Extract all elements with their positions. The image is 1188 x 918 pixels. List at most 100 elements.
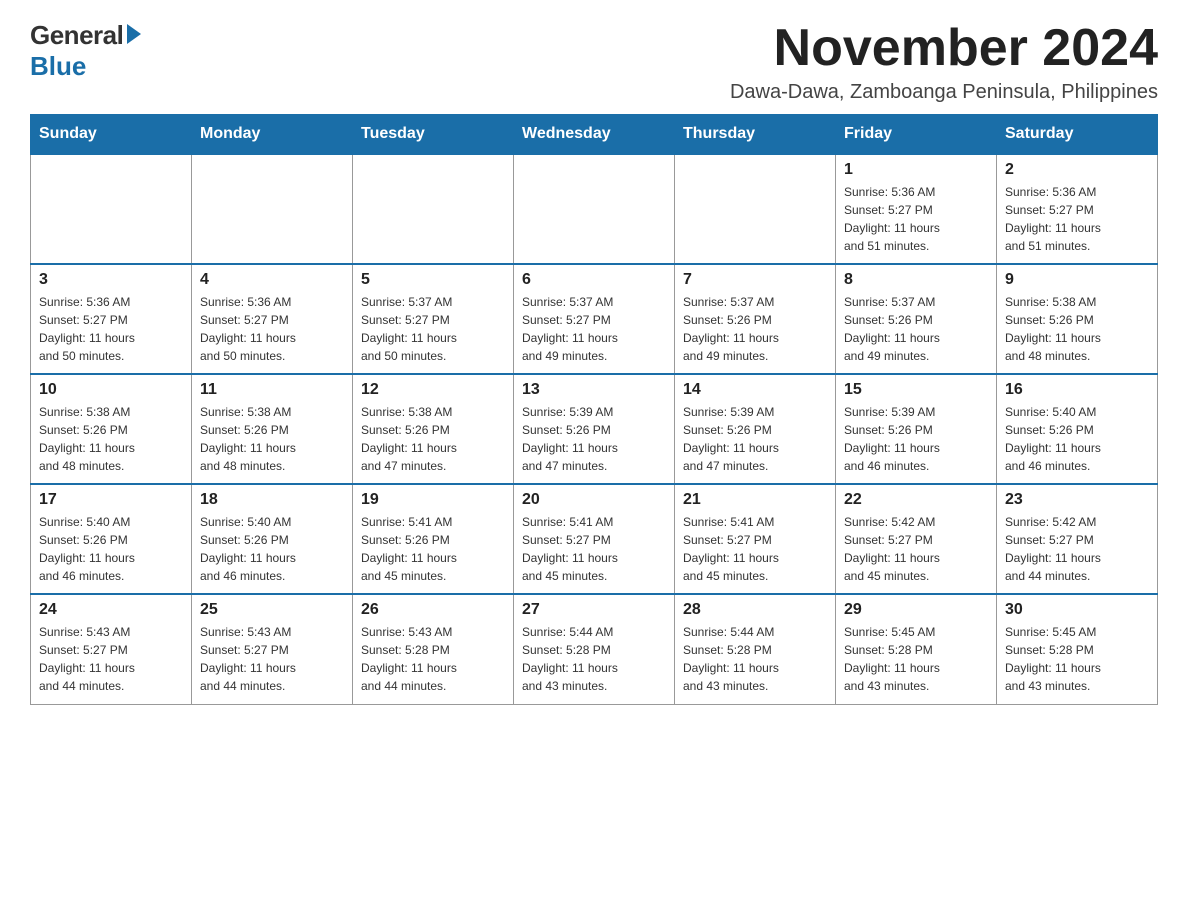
calendar-cell: 23Sunrise: 5:42 AM Sunset: 5:27 PM Dayli…: [997, 484, 1158, 594]
day-number: 16: [1005, 381, 1149, 399]
day-info: Sunrise: 5:37 AM Sunset: 5:27 PM Dayligh…: [361, 293, 505, 365]
day-number: 29: [844, 601, 988, 619]
calendar-cell: 20 Sunrise: 5:41 AM Sunset: 5:27 PM Dayli…: [514, 484, 675, 594]
day-number: 4: [200, 271, 344, 289]
calendar-cell: 7 Sunrise: 5:37 AM Sunset: 5:26 PM Daylig…: [675, 264, 836, 374]
day-info: Sunrise: 5:43 AM Sunset: 5:28 PM Dayligh…: [361, 623, 505, 695]
day-number: 17: [39, 491, 183, 509]
calendar-cell: 24 Sunrise: 5:43 AM Sunset: 5:27 PM Dayli…: [31, 594, 192, 704]
day-number: 25: [200, 601, 344, 619]
calendar-table: SundayMondayTuesdayWednesdayThursdayFrid…: [30, 114, 1158, 705]
day-number: 22: [844, 491, 988, 509]
calendar-cell: [514, 154, 675, 264]
calendar-cell: 6 Sunrise: 5:37 AM Sunset: 5:27 PM Daylig…: [514, 264, 675, 374]
day-info: Sunrise: 5:36 AM Sunset: 5:27 PM Dayligh…: [200, 293, 344, 365]
day-info: Sunrise: 5:37 AM Sunset: 5:26 PM Dayligh…: [683, 293, 827, 365]
day-number: 14: [683, 381, 827, 399]
calendar-cell: 11 Sunrise: 5:38 AM Sunset: 5:26 PM Dayli…: [192, 374, 353, 484]
day-info: Sunrise: 5:38 AM Sunset: 5:26 PM Dayligh…: [200, 403, 344, 475]
day-info: Sunrise: 5:45 AM Sunset: 5:28 PM Dayligh…: [844, 623, 988, 695]
day-number: 19: [361, 491, 505, 509]
calendar-cell: 19 Sunrise: 5:41 AM Sunset: 5:26 PM Dayli…: [353, 484, 514, 594]
calendar-cell: 5 Sunrise: 5:37 AM Sunset: 5:27 PM Daylig…: [353, 264, 514, 374]
weekday-header-saturday: Saturday: [997, 115, 1158, 155]
day-info: Sunrise: 5:36 AM Sunset: 5:27 PM Dayligh…: [39, 293, 183, 365]
calendar-cell: 8 Sunrise: 5:37 AM Sunset: 5:26 PM Daylig…: [836, 264, 997, 374]
logo-triangle-icon: [127, 24, 141, 44]
day-info: Sunrise: 5:39 AM Sunset: 5:26 PM Dayligh…: [522, 403, 666, 475]
day-info: Sunrise: 5:37 AM Sunset: 5:27 PM Dayligh…: [522, 293, 666, 365]
calendar-cell: 4 Sunrise: 5:36 AM Sunset: 5:27 PM Daylig…: [192, 264, 353, 374]
day-info: Sunrise: 5:38 AM Sunset: 5:26 PM Dayligh…: [39, 403, 183, 475]
day-number: 18: [200, 491, 344, 509]
day-info: Sunrise: 5:43 AM Sunset: 5:27 PM Dayligh…: [200, 623, 344, 695]
weekday-header-wednesday: Wednesday: [514, 115, 675, 155]
day-number: 5: [361, 271, 505, 289]
title-area: November 2024 Dawa-Dawa, Zamboanga Penin…: [730, 20, 1158, 104]
day-number: 26: [361, 601, 505, 619]
calendar-cell: [353, 154, 514, 264]
calendar-cell: 27 Sunrise: 5:44 AM Sunset: 5:28 PM Dayli…: [514, 594, 675, 704]
logo: General Blue: [30, 20, 141, 82]
day-number: 11: [200, 381, 344, 399]
calendar-cell: 1 Sunrise: 5:36 AM Sunset: 5:27 PM Daylig…: [836, 154, 997, 264]
day-number: 21: [683, 491, 827, 509]
calendar-cell: 14Sunrise: 5:39 AM Sunset: 5:26 PM Dayli…: [675, 374, 836, 484]
day-info: Sunrise: 5:41 AM Sunset: 5:27 PM Dayligh…: [683, 513, 827, 585]
weekday-header-tuesday: Tuesday: [353, 115, 514, 155]
calendar-cell: 3 Sunrise: 5:36 AM Sunset: 5:27 PM Daylig…: [31, 264, 192, 374]
day-number: 15: [844, 381, 988, 399]
day-info: Sunrise: 5:40 AM Sunset: 5:26 PM Dayligh…: [200, 513, 344, 585]
day-number: 6: [522, 271, 666, 289]
month-title: November 2024: [730, 20, 1158, 77]
day-info: Sunrise: 5:37 AM Sunset: 5:26 PM Dayligh…: [844, 293, 988, 365]
calendar-header-row: SundayMondayTuesdayWednesdayThursdayFrid…: [31, 115, 1158, 155]
calendar-cell: [192, 154, 353, 264]
calendar-cell: 18 Sunrise: 5:40 AM Sunset: 5:26 PM Dayli…: [192, 484, 353, 594]
calendar-cell: 16 Sunrise: 5:40 AM Sunset: 5:26 PM Dayli…: [997, 374, 1158, 484]
day-info: Sunrise: 5:42 AM Sunset: 5:27 PM Dayligh…: [844, 513, 988, 585]
location-subtitle: Dawa-Dawa, Zamboanga Peninsula, Philippi…: [730, 81, 1158, 104]
calendar-week-row: 17 Sunrise: 5:40 AM Sunset: 5:26 PM Dayli…: [31, 484, 1158, 594]
day-info: Sunrise: 5:39 AM Sunset: 5:26 PM Dayligh…: [844, 403, 988, 475]
day-info: Sunrise: 5:40 AM Sunset: 5:26 PM Dayligh…: [1005, 403, 1149, 475]
calendar-cell: 21 Sunrise: 5:41 AM Sunset: 5:27 PM Dayli…: [675, 484, 836, 594]
day-number: 13: [522, 381, 666, 399]
day-number: 9: [1005, 271, 1149, 289]
day-info: Sunrise: 5:36 AM Sunset: 5:27 PM Dayligh…: [1005, 183, 1149, 255]
day-info: Sunrise: 5:43 AM Sunset: 5:27 PM Dayligh…: [39, 623, 183, 695]
calendar-week-row: 1 Sunrise: 5:36 AM Sunset: 5:27 PM Daylig…: [31, 154, 1158, 264]
day-info: Sunrise: 5:44 AM Sunset: 5:28 PM Dayligh…: [522, 623, 666, 695]
page-header: General Blue November 2024 Dawa-Dawa, Za…: [30, 20, 1158, 104]
day-number: 20: [522, 491, 666, 509]
day-number: 8: [844, 271, 988, 289]
day-info: Sunrise: 5:44 AM Sunset: 5:28 PM Dayligh…: [683, 623, 827, 695]
weekday-header-sunday: Sunday: [31, 115, 192, 155]
weekday-header-monday: Monday: [192, 115, 353, 155]
day-number: 3: [39, 271, 183, 289]
day-info: Sunrise: 5:41 AM Sunset: 5:26 PM Dayligh…: [361, 513, 505, 585]
day-number: 12: [361, 381, 505, 399]
logo-general-text: General: [30, 20, 123, 51]
day-info: Sunrise: 5:40 AM Sunset: 5:26 PM Dayligh…: [39, 513, 183, 585]
logo-blue-text: Blue: [30, 51, 86, 82]
day-number: 7: [683, 271, 827, 289]
weekday-header-friday: Friday: [836, 115, 997, 155]
calendar-week-row: 24 Sunrise: 5:43 AM Sunset: 5:27 PM Dayli…: [31, 594, 1158, 704]
calendar-cell: 10 Sunrise: 5:38 AM Sunset: 5:26 PM Dayli…: [31, 374, 192, 484]
day-number: 1: [844, 161, 988, 179]
day-number: 27: [522, 601, 666, 619]
day-info: Sunrise: 5:36 AM Sunset: 5:27 PM Dayligh…: [844, 183, 988, 255]
calendar-week-row: 3 Sunrise: 5:36 AM Sunset: 5:27 PM Daylig…: [31, 264, 1158, 374]
day-info: Sunrise: 5:45 AM Sunset: 5:28 PM Dayligh…: [1005, 623, 1149, 695]
calendar-cell: 25 Sunrise: 5:43 AM Sunset: 5:27 PM Dayli…: [192, 594, 353, 704]
day-info: Sunrise: 5:42 AM Sunset: 5:27 PM Dayligh…: [1005, 513, 1149, 585]
calendar-cell: 13 Sunrise: 5:39 AM Sunset: 5:26 PM Dayli…: [514, 374, 675, 484]
day-number: 24: [39, 601, 183, 619]
calendar-week-row: 10 Sunrise: 5:38 AM Sunset: 5:26 PM Dayli…: [31, 374, 1158, 484]
day-info: Sunrise: 5:41 AM Sunset: 5:27 PM Dayligh…: [522, 513, 666, 585]
day-number: 10: [39, 381, 183, 399]
day-number: 28: [683, 601, 827, 619]
calendar-cell: 22 Sunrise: 5:42 AM Sunset: 5:27 PM Dayli…: [836, 484, 997, 594]
calendar-cell: 17 Sunrise: 5:40 AM Sunset: 5:26 PM Dayli…: [31, 484, 192, 594]
